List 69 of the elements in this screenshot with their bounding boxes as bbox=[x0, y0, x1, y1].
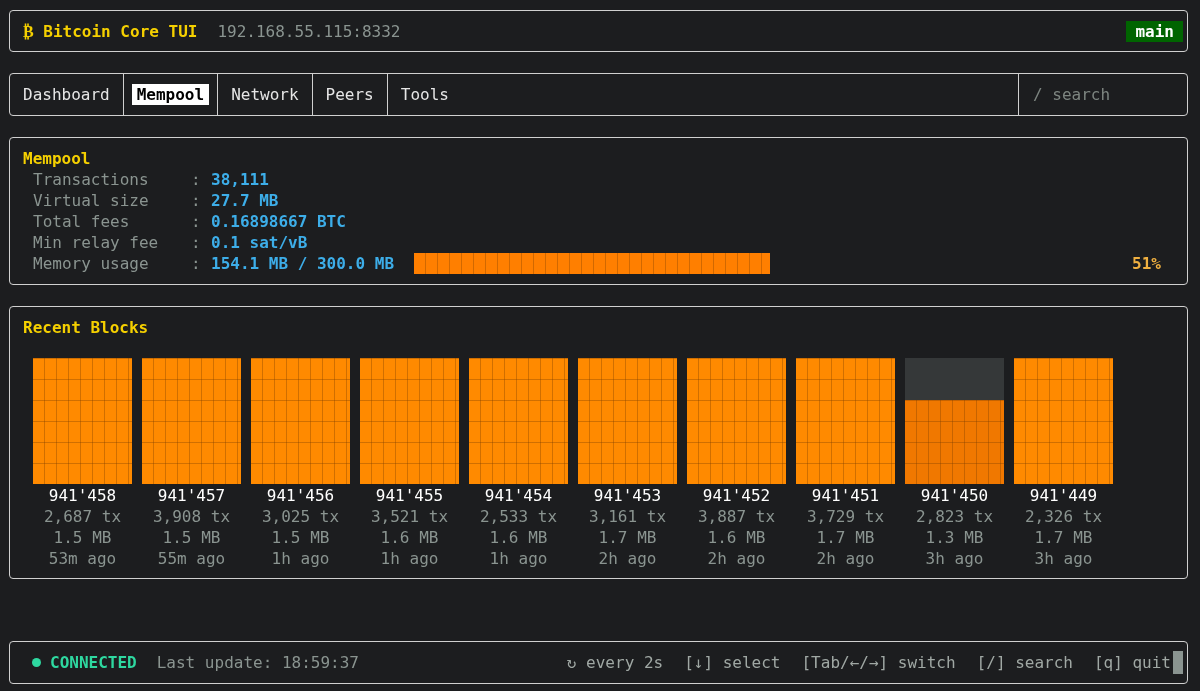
block-size: 1.6 MB bbox=[380, 527, 439, 548]
block-tx-count: 3,161 tx bbox=[588, 506, 667, 527]
block-size: 1.7 MB bbox=[816, 527, 875, 548]
block-tx-count: 3,521 tx bbox=[370, 506, 449, 527]
block-age: 53m ago bbox=[48, 548, 117, 569]
block-tx-count: 3,887 tx bbox=[697, 506, 776, 527]
block-height: 941'457 bbox=[157, 485, 226, 506]
block-size: 1.5 MB bbox=[162, 527, 221, 548]
panel-title: Recent Blocks bbox=[23, 317, 150, 338]
block-age: 1h ago bbox=[271, 548, 330, 569]
block-tx-count: 3,025 tx bbox=[261, 506, 340, 527]
block-size: 1.3 MB bbox=[925, 527, 984, 548]
network-badge: main bbox=[1126, 20, 1183, 42]
connection-status: CONNECTED bbox=[50, 653, 137, 672]
separator: : bbox=[191, 190, 202, 211]
stat-label: Total fees bbox=[33, 211, 131, 232]
block-size: 1.7 MB bbox=[598, 527, 657, 548]
block-height: 941'455 bbox=[375, 485, 444, 506]
block-tx-count: 2,326 tx bbox=[1024, 506, 1103, 527]
separator: : bbox=[191, 169, 202, 190]
block-height: 941'454 bbox=[484, 485, 553, 506]
stat-label: Min relay fee bbox=[33, 232, 160, 253]
stat-value: 154.1 MB / 300.0 MB bbox=[211, 253, 395, 274]
stat-value: 38,111 bbox=[211, 169, 270, 190]
stat-value: 0.16898667 BTC bbox=[211, 211, 347, 232]
block-height: 941'458 bbox=[48, 485, 117, 506]
block-age: 55m ago bbox=[157, 548, 226, 569]
last-update: Last update: 18:59:37 bbox=[156, 653, 359, 672]
separator: : bbox=[191, 211, 202, 232]
block-height: 941'453 bbox=[593, 485, 662, 506]
memory-percent: 51% bbox=[1132, 253, 1161, 274]
node-address: 192.168.55.115:8332 bbox=[217, 21, 401, 41]
stat-label: Virtual size bbox=[33, 190, 150, 211]
panel-title: Mempool bbox=[23, 148, 92, 169]
text-cursor bbox=[1173, 651, 1183, 674]
block-tx-count: 2,687 tx bbox=[43, 506, 122, 527]
block-height: 941'452 bbox=[702, 485, 771, 506]
stat-label: Transactions bbox=[33, 169, 150, 190]
stat-value: 27.7 MB bbox=[211, 190, 280, 211]
separator: : bbox=[191, 232, 202, 253]
block-age: 3h ago bbox=[1034, 548, 1093, 569]
key-hint: [↓] select bbox=[684, 653, 781, 672]
block-tx-count: 3,908 tx bbox=[152, 506, 231, 527]
block-size: 1.6 MB bbox=[707, 527, 766, 548]
block-size: 1.6 MB bbox=[489, 527, 548, 548]
app-title: ₿ Bitcoin Core TUI bbox=[23, 21, 198, 41]
block-age: 2h ago bbox=[816, 548, 875, 569]
block-tx-count: 3,729 tx bbox=[806, 506, 885, 527]
key-hint: [Tab/←/→] switch bbox=[801, 653, 956, 672]
stat-value: 0.1 sat/vB bbox=[211, 232, 309, 253]
block-age: 3h ago bbox=[925, 548, 984, 569]
block-tx-count: 2,533 tx bbox=[479, 506, 558, 527]
key-hint: ↻ every 2s bbox=[566, 653, 664, 672]
block-height: 941'450 bbox=[920, 485, 989, 506]
block-height: 941'449 bbox=[1029, 485, 1098, 506]
block-age: 1h ago bbox=[489, 548, 548, 569]
block-height: 941'451 bbox=[811, 485, 880, 506]
block-size: 1.7 MB bbox=[1034, 527, 1093, 548]
block-age: 2h ago bbox=[707, 548, 766, 569]
separator: : bbox=[191, 253, 202, 274]
stat-label: Memory usage bbox=[33, 253, 150, 274]
block-size: 1.5 MB bbox=[271, 527, 330, 548]
block-age: 2h ago bbox=[598, 548, 657, 569]
block-tx-count: 2,823 tx bbox=[915, 506, 994, 527]
key-hint: [/] search bbox=[976, 653, 1073, 672]
block-age: 1h ago bbox=[380, 548, 439, 569]
key-hint: [q] quit bbox=[1093, 653, 1171, 672]
block-height: 941'456 bbox=[266, 485, 335, 506]
block-size: 1.5 MB bbox=[53, 527, 112, 548]
